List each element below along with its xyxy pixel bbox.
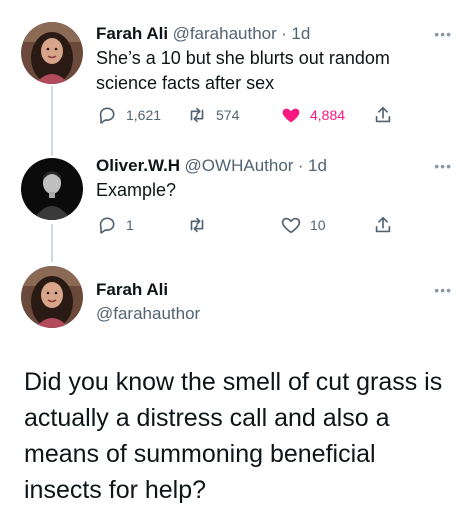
reply-count: 1	[126, 217, 134, 233]
tweet-header: Farah Ali @farahauthor · 1d	[96, 24, 310, 44]
display-name[interactable]: Oliver.W.H	[96, 156, 180, 175]
retweet-count: 574	[216, 107, 240, 123]
avatar-farah-image	[21, 266, 83, 328]
like-count: 10	[310, 217, 326, 233]
retweet-button[interactable]: 574	[186, 104, 239, 126]
more-options-icon[interactable]: •••	[434, 282, 452, 298]
retweet-icon	[190, 217, 204, 233]
timestamp[interactable]: 1d	[291, 24, 310, 43]
tweet-text: She’s a 10 but she blurts out random sci…	[96, 48, 390, 93]
avatar[interactable]	[21, 158, 83, 220]
tweet-header: Oliver.W.H @OWHAuthor · 1d	[96, 156, 327, 176]
retweet-icon	[190, 107, 204, 123]
avatar[interactable]	[21, 266, 83, 328]
username[interactable]: @OWHAuthor	[185, 156, 294, 175]
like-button[interactable]: 4,884	[280, 104, 345, 126]
reply-icon	[99, 217, 115, 234]
timestamp[interactable]: 1d	[308, 156, 327, 175]
username[interactable]: @farahauthor	[173, 24, 277, 43]
reply-icon	[99, 107, 115, 124]
separator-dot: ·	[297, 156, 304, 175]
more-options-icon[interactable]: •••	[434, 26, 452, 42]
heart-outline-icon	[281, 217, 301, 234]
avatar-oliver-image	[21, 158, 83, 220]
retweet-button[interactable]	[186, 214, 208, 236]
reply-button[interactable]: 1,621	[96, 104, 161, 126]
tweet-text: Did you know the smell of cut grass is a…	[24, 368, 443, 504]
display-name[interactable]: Farah Ali	[96, 280, 168, 300]
share-icon	[375, 216, 391, 233]
like-count: 4,884	[310, 107, 346, 123]
display-name[interactable]: Farah Ali	[96, 24, 168, 43]
avatar[interactable]	[21, 22, 83, 84]
separator-dot: ·	[281, 24, 287, 43]
more-options-icon[interactable]: •••	[434, 158, 452, 174]
share-button[interactable]	[372, 214, 394, 236]
share-button[interactable]	[372, 104, 394, 126]
thread-line	[51, 224, 53, 262]
username[interactable]: @farahauthor	[96, 304, 200, 324]
reply-button[interactable]: 1	[96, 214, 134, 236]
like-button[interactable]: 10	[280, 214, 326, 236]
share-icon	[375, 106, 391, 123]
reply-count: 1,621	[126, 107, 162, 123]
thread-line	[51, 86, 53, 156]
tweet-text: Example?	[96, 180, 177, 200]
heart-filled-icon	[282, 108, 300, 123]
avatar-farah-image	[21, 22, 83, 84]
